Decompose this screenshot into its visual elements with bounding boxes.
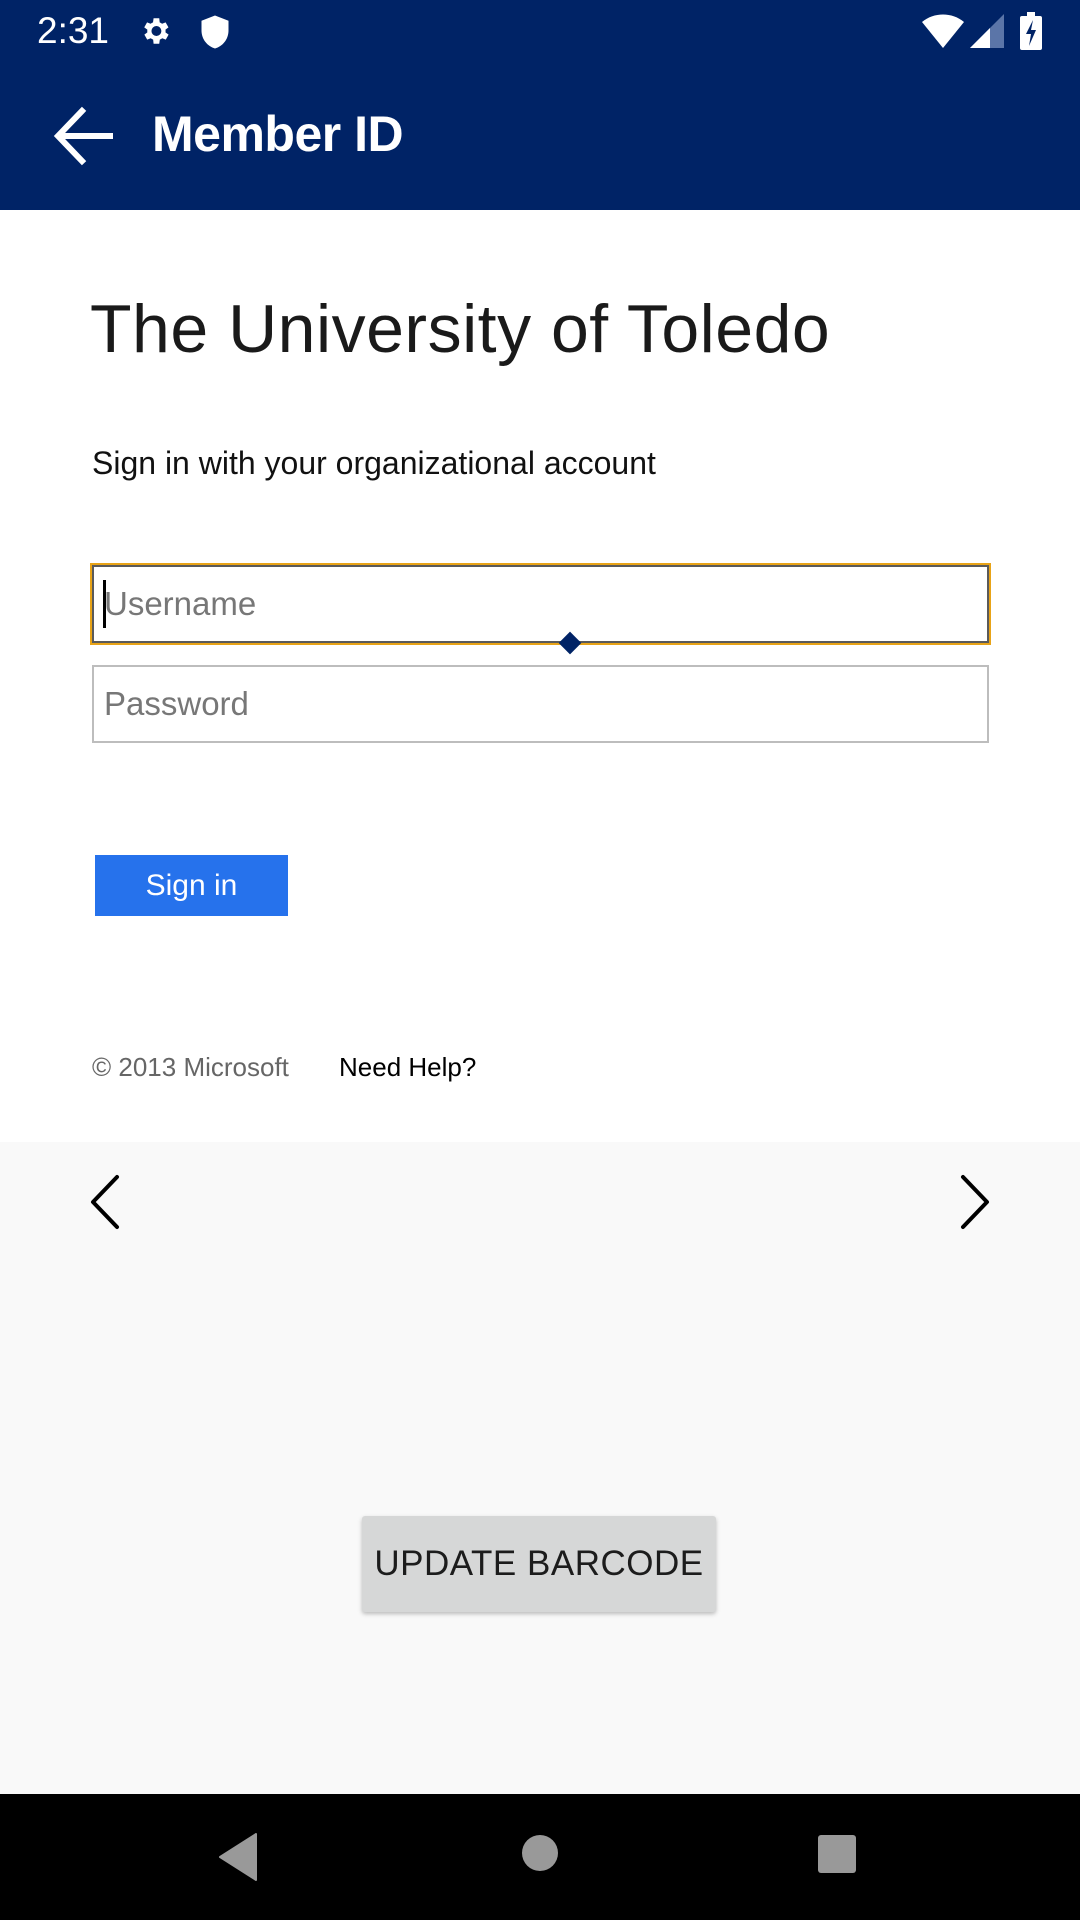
app-bar: Member ID — [0, 63, 1080, 210]
status-bar: 2:31 — [0, 0, 1080, 63]
update-barcode-button[interactable]: UPDATE BARCODE — [362, 1516, 716, 1612]
page-title: Member ID — [152, 106, 404, 162]
chevron-left-icon[interactable] — [85, 1167, 125, 1237]
username-input[interactable] — [92, 565, 989, 643]
text-caret — [103, 580, 106, 628]
shield-icon — [201, 15, 229, 49]
copyright-text: © 2013 Microsoft — [92, 1052, 289, 1082]
barcode-panel: UPDATE BARCODE — [0, 1142, 1080, 1794]
arrow-left-icon[interactable] — [50, 103, 116, 169]
need-help-link[interactable]: Need Help? — [339, 1052, 476, 1083]
chevron-right-icon[interactable] — [955, 1167, 995, 1237]
password-input[interactable] — [92, 665, 989, 743]
sign-in-subtitle: Sign in with your organizational account — [92, 445, 656, 481]
gear-icon — [144, 18, 169, 44]
wifi-icon — [922, 14, 964, 48]
sign-in-button[interactable]: Sign in — [95, 855, 288, 916]
organization-name: The University of Toledo — [90, 291, 831, 367]
login-webview: The University of Toledo Sign in with yo… — [0, 210, 1080, 1142]
status-time: 2:31 — [37, 10, 110, 51]
nav-recents-icon[interactable] — [817, 1834, 857, 1874]
battery-charging-icon — [1020, 12, 1042, 50]
signal-icon — [970, 14, 1004, 48]
nav-back-icon[interactable] — [216, 1832, 260, 1882]
nav-home-icon[interactable] — [521, 1834, 559, 1872]
system-nav-bar — [0, 1794, 1080, 1920]
